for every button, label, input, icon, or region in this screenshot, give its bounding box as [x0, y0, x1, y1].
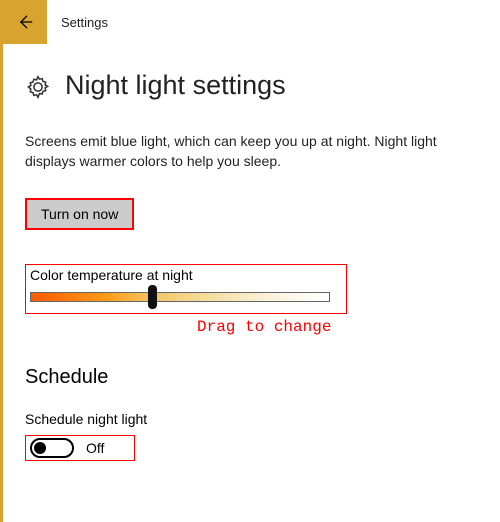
page-title: Night light settings	[65, 70, 286, 101]
schedule-toggle[interactable]	[30, 438, 74, 458]
slider-thumb[interactable]	[148, 285, 157, 309]
slider-label: Color temperature at night	[30, 267, 342, 283]
color-temperature-slider[interactable]	[30, 289, 330, 305]
schedule-toggle-group: Off	[25, 435, 135, 461]
schedule-toggle-label: Schedule night light	[25, 411, 478, 427]
turn-on-now-button[interactable]: Turn on now	[25, 198, 134, 230]
toggle-knob	[34, 442, 46, 454]
gear-icon	[25, 74, 51, 100]
page-header: Night light settings	[25, 70, 478, 101]
title-bar: Settings	[3, 0, 500, 44]
slider-gradient	[30, 292, 330, 302]
color-temperature-group: Color temperature at night	[25, 264, 347, 314]
back-button[interactable]	[3, 0, 47, 44]
app-title: Settings	[47, 15, 108, 30]
schedule-heading: Schedule	[25, 366, 478, 389]
drag-annotation: Drag to change	[197, 318, 478, 336]
content-area: Night light settings Screens emit blue l…	[3, 44, 500, 461]
back-arrow-icon	[15, 12, 35, 32]
page-description: Screens emit blue light, which can keep …	[25, 131, 455, 172]
toggle-state-label: Off	[86, 440, 104, 456]
